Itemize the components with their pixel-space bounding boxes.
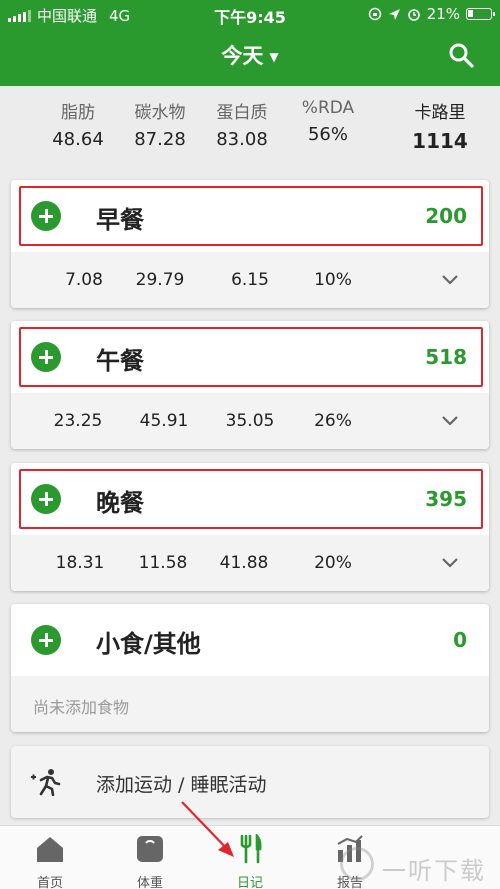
annotation-arrow-icon	[181, 801, 234, 857]
meal-calories: 395	[425, 487, 467, 511]
chevron-down-icon[interactable]	[441, 270, 459, 288]
meal-macros[interactable]: 23.25 45.91 35.05 26%	[11, 393, 489, 449]
watermark-text: 一听下载	[382, 857, 486, 885]
watermark: 一听下载	[340, 845, 490, 885]
add-activity-row[interactable]: 添加运动 / 睡眠活动	[11, 746, 489, 818]
macro-rda: 26%	[314, 411, 352, 431]
search-icon[interactable]	[448, 42, 474, 68]
meal-card-breakfast: 早餐 200 7.08 29.79 6.15 10%	[11, 180, 489, 308]
fat-label: 脂肪	[61, 103, 95, 123]
chevron-down-icon[interactable]	[441, 411, 459, 429]
tab-label: 体重	[136, 876, 163, 889]
lock-rotation-icon	[368, 7, 381, 21]
calories-value: 1114	[412, 129, 468, 153]
app-header: 中国联通 4G 下午9:45 21% 今天 ▼	[0, 0, 500, 86]
empty-meal-note: 尚未添加食物	[11, 676, 489, 732]
meal-macros[interactable]: 18.31 11.58 41.88 20%	[11, 535, 489, 591]
status-bar: 中国联通 4G 下午9:45 21%	[0, 0, 500, 28]
meal-name: 晚餐	[96, 489, 144, 517]
page-title: 今天	[221, 44, 264, 68]
fat-value: 48.64	[52, 129, 104, 150]
summary-protein: 蛋白质 83.08	[197, 98, 287, 150]
calories-label: 卡路里	[414, 103, 466, 123]
tab-label: 日记	[236, 876, 263, 889]
date-selector[interactable]: 今天 ▼	[0, 40, 500, 70]
alarm-icon	[407, 9, 420, 21]
rda-label: %RDA	[301, 98, 355, 118]
macro-rda: 20%	[314, 553, 352, 573]
summary-fat: 脂肪 48.64	[38, 98, 118, 150]
rda-value: 56%	[307, 124, 348, 145]
macro-protein: 35.05	[225, 411, 275, 431]
tab-home[interactable]: 首页	[0, 826, 100, 889]
dropdown-caret-icon: ▼	[269, 50, 279, 64]
meal-header-dinner[interactable]: 晚餐 395	[11, 463, 489, 535]
macro-carbs: 29.79	[135, 270, 185, 290]
scale-icon	[137, 836, 163, 862]
meal-header-lunch[interactable]: 午餐 518	[11, 321, 489, 393]
meal-macros[interactable]: 7.08 29.79 6.15 10%	[11, 252, 489, 308]
chevron-down-icon[interactable]	[441, 553, 459, 571]
add-icon[interactable]	[31, 342, 61, 372]
exercise-icon	[31, 769, 61, 796]
summary-calories: 卡路里 1114	[395, 98, 485, 153]
fork-knife-icon	[240, 834, 262, 864]
meal-calories: 0	[453, 628, 467, 652]
add-icon[interactable]	[31, 484, 61, 514]
meal-card-lunch: 午餐 518 23.25 45.91 35.05 26%	[11, 321, 489, 449]
meal-calories: 200	[425, 204, 467, 228]
meal-card-snacks: 小食/其他 0 尚未添加食物	[11, 604, 489, 732]
home-icon	[37, 837, 63, 862]
macro-rda: 10%	[314, 270, 352, 290]
meal-name: 小食/其他	[96, 630, 201, 658]
macro-protein: 41.88	[219, 553, 269, 573]
summary-carbs: 碳水物 87.28	[115, 98, 205, 150]
bottom-nav: 首页 体重 日记 报告 一听下载	[0, 825, 500, 889]
add-icon[interactable]	[31, 625, 61, 655]
meal-name: 早餐	[96, 206, 144, 234]
add-activity-label: 添加运动 / 睡眠活动	[96, 774, 267, 796]
location-icon	[388, 8, 400, 20]
meal-header-breakfast[interactable]: 早餐 200	[11, 180, 489, 252]
meal-calories: 518	[425, 345, 467, 369]
battery-icon	[466, 8, 495, 20]
macro-fat: 23.25	[53, 411, 103, 431]
protein-value: 83.08	[216, 129, 268, 150]
protein-label: 蛋白质	[216, 103, 268, 123]
meal-header-snacks[interactable]: 小食/其他 0	[11, 604, 489, 676]
add-icon[interactable]	[31, 201, 61, 231]
summary-rda: %RDA 56%	[283, 98, 373, 145]
meal-name: 午餐	[96, 347, 144, 375]
carbs-value: 87.28	[134, 129, 186, 150]
watermark-logo	[340, 847, 374, 881]
meal-card-dinner: 晚餐 395 18.31 11.58 41.88 20%	[11, 463, 489, 591]
macro-protein: 6.15	[231, 270, 269, 290]
macro-carbs: 11.58	[138, 553, 188, 573]
carbs-label: 碳水物	[134, 103, 186, 123]
battery-percent: 21%	[426, 5, 460, 23]
macro-fat: 18.31	[55, 553, 105, 573]
macro-carbs: 45.91	[139, 411, 189, 431]
tab-label: 首页	[36, 876, 63, 889]
daily-summary: 脂肪 48.64 碳水物 87.28 蛋白质 83.08 %RDA 56% 卡路…	[0, 98, 500, 168]
